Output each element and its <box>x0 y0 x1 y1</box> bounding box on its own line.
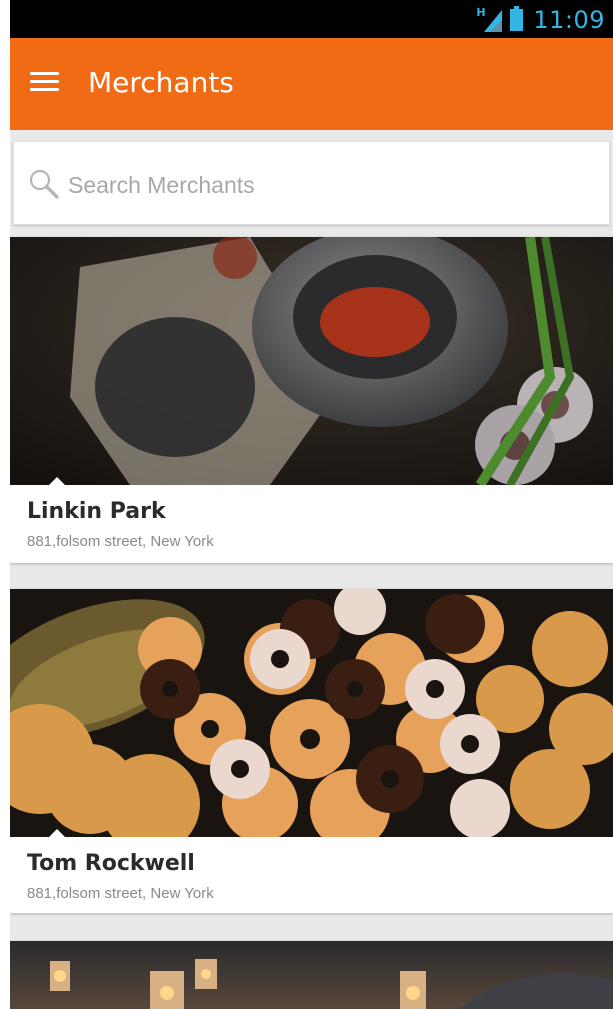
app-screen: H 11:09 Merchants Search Merchants Linki… <box>10 0 613 1009</box>
merchant-image <box>10 941 613 1009</box>
hamburger-menu-icon[interactable] <box>30 72 59 92</box>
search-input[interactable] <box>66 162 590 208</box>
status-icons: H 11:09 <box>476 6 605 34</box>
status-bar: H 11:09 <box>10 0 613 38</box>
merchant-name: Tom Rockwell <box>27 851 195 876</box>
merchant-address: 881,folsom street, New York <box>27 533 214 550</box>
merchant-image <box>10 589 613 837</box>
search-bar[interactable] <box>13 141 610 225</box>
app-toolbar: Merchants <box>10 38 613 130</box>
merchant-card[interactable]: Tom Rockwell 881,folsom street, New York <box>10 589 613 913</box>
battery-icon <box>510 6 524 31</box>
page-title: Merchants <box>88 66 234 99</box>
merchant-card[interactable] <box>10 941 613 1009</box>
merchant-name: Linkin Park <box>27 499 166 524</box>
search-icon <box>29 169 59 199</box>
signal-icon: H <box>476 6 503 32</box>
merchant-address: 881,folsom street, New York <box>27 885 214 902</box>
status-time: 11:09 <box>533 6 605 34</box>
card-pointer <box>48 477 66 486</box>
merchant-card[interactable]: Linkin Park 881,folsom street, New York <box>10 237 613 563</box>
merchant-image <box>10 237 613 485</box>
card-pointer <box>48 829 66 838</box>
network-type-label: H <box>476 6 486 19</box>
